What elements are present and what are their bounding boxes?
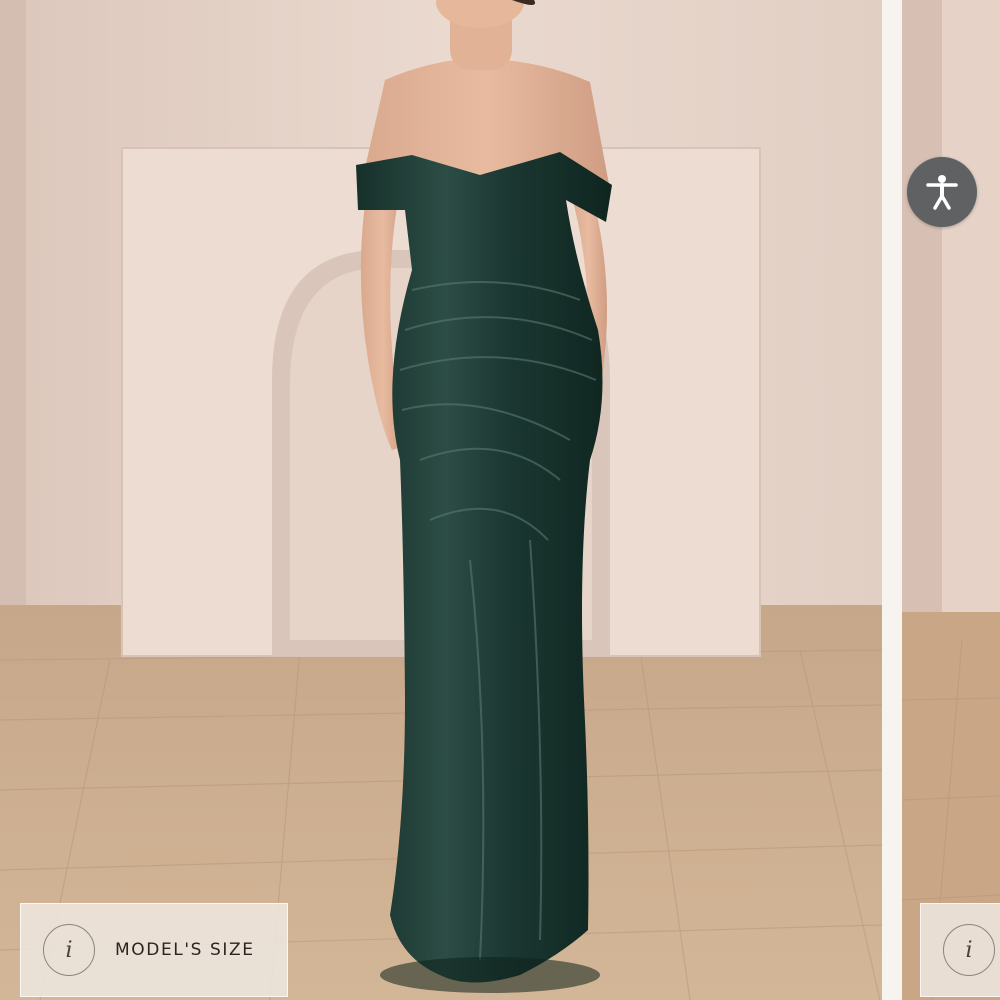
model-size-label: MODEL'S SIZE <box>115 940 255 960</box>
accessibility-person-icon <box>926 175 958 210</box>
product-image-slide[interactable]: i MODEL'S SIZE <box>0 0 882 1000</box>
info-icon: i <box>43 924 95 976</box>
next-model-size-button[interactable]: i <box>920 903 1000 997</box>
accessibility-button[interactable] <box>907 157 977 227</box>
model-size-button[interactable]: i MODEL'S SIZE <box>20 903 288 997</box>
slide-gutter <box>882 0 902 1000</box>
product-image-carousel[interactable]: i MODEL'S SIZE i <box>0 0 1000 1000</box>
product-photo <box>0 0 882 1000</box>
next-product-photo <box>902 0 1000 1000</box>
info-icon: i <box>943 924 995 976</box>
next-product-image-slide[interactable] <box>902 0 1000 1000</box>
